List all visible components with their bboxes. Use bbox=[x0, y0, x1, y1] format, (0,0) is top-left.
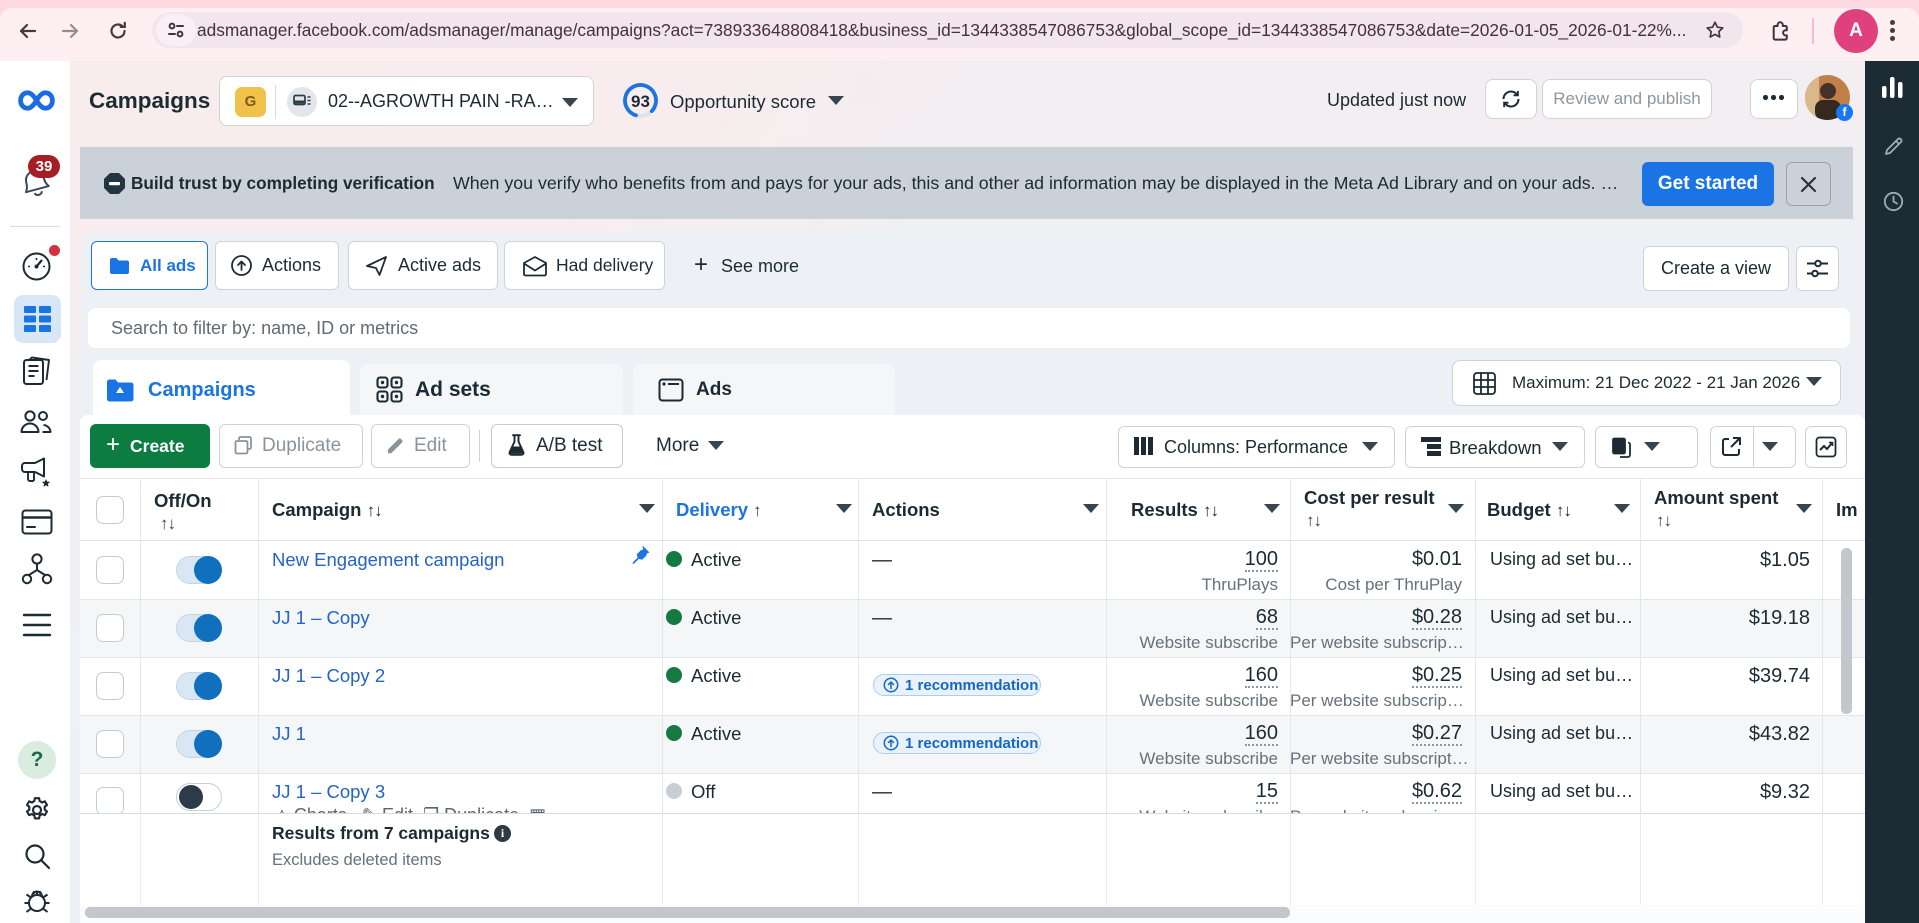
svg-text:93: 93 bbox=[631, 92, 650, 111]
